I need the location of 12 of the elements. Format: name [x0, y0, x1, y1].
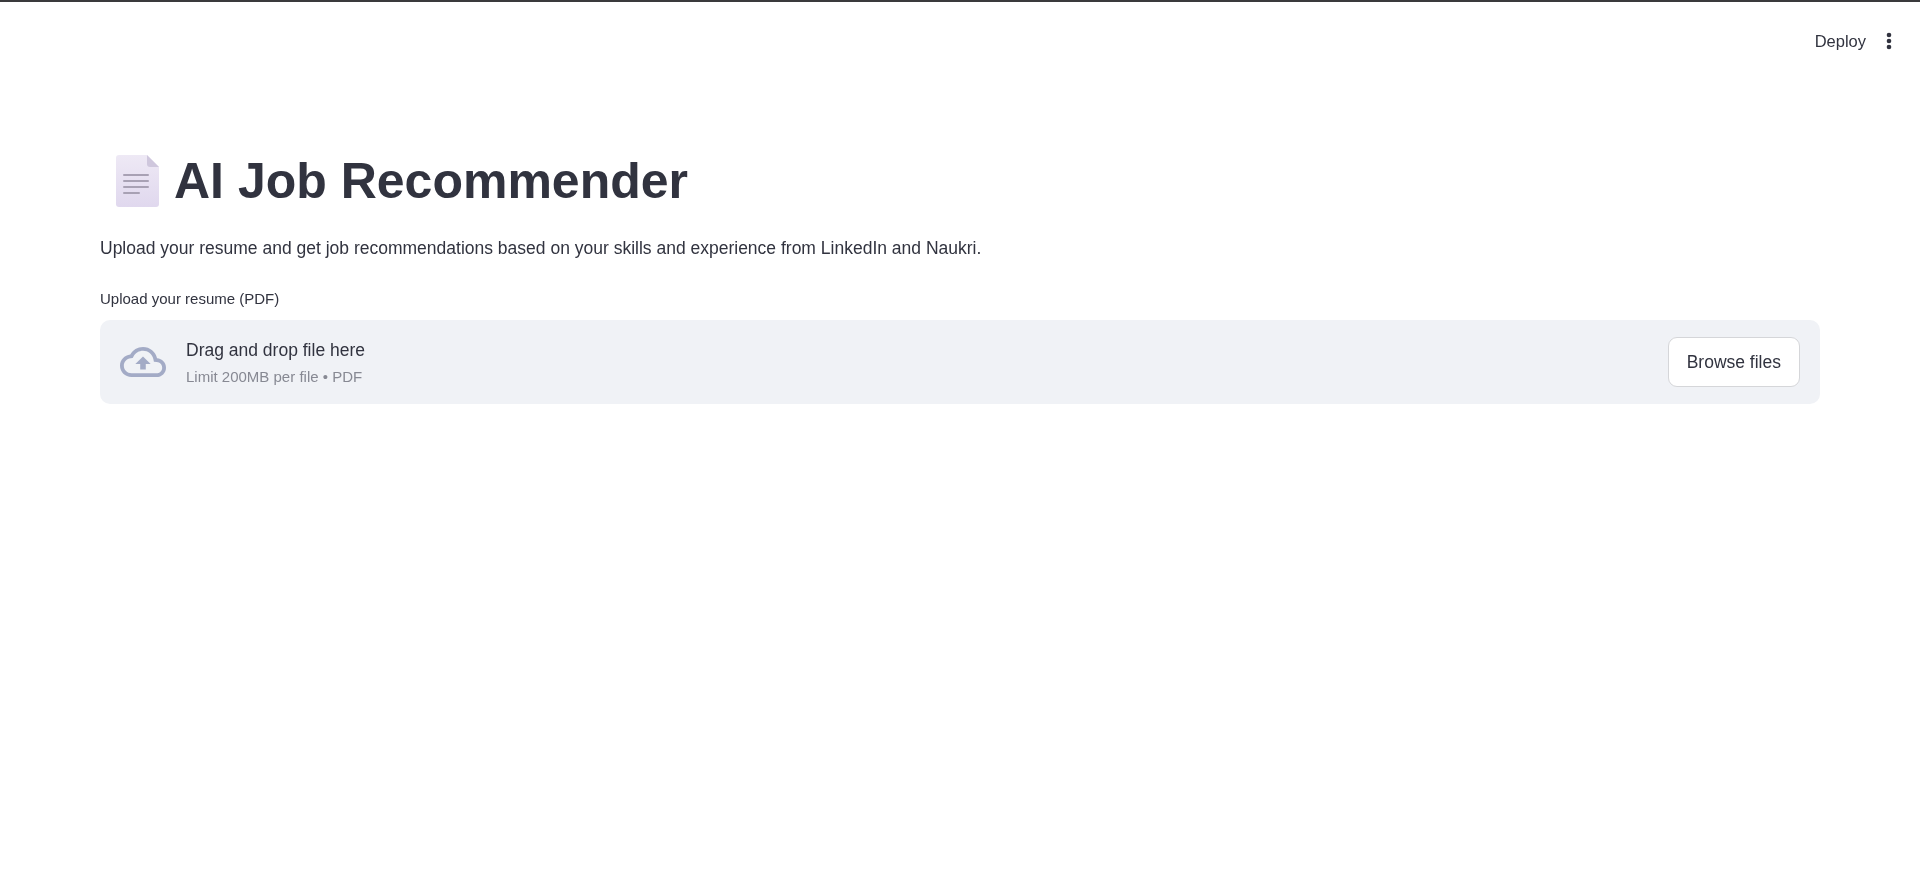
deploy-button[interactable]: Deploy [1814, 30, 1866, 52]
cloud-upload-icon [120, 347, 166, 377]
file-limit-text: Limit 200MB per file • PDF [186, 366, 363, 387]
document-icon [114, 154, 160, 208]
main-menu-button[interactable] [1886, 32, 1892, 50]
dropzone-instruction: Drag and drop file here [186, 338, 365, 362]
browse-files-button[interactable]: Browse files [1667, 337, 1800, 387]
menu-icon [1886, 32, 1892, 50]
file-dropzone[interactable]: Drag and drop file here Limit 200MB per file • PDF Browse files [100, 320, 1820, 404]
uploader-label: Upload your resume (PDF) [100, 289, 281, 309]
page-title: AI Job Recommender [174, 152, 688, 211]
page-description: Upload your resume and get job recommendations based on your skills and experience from LinkedIn and Naukri. [100, 237, 983, 260]
